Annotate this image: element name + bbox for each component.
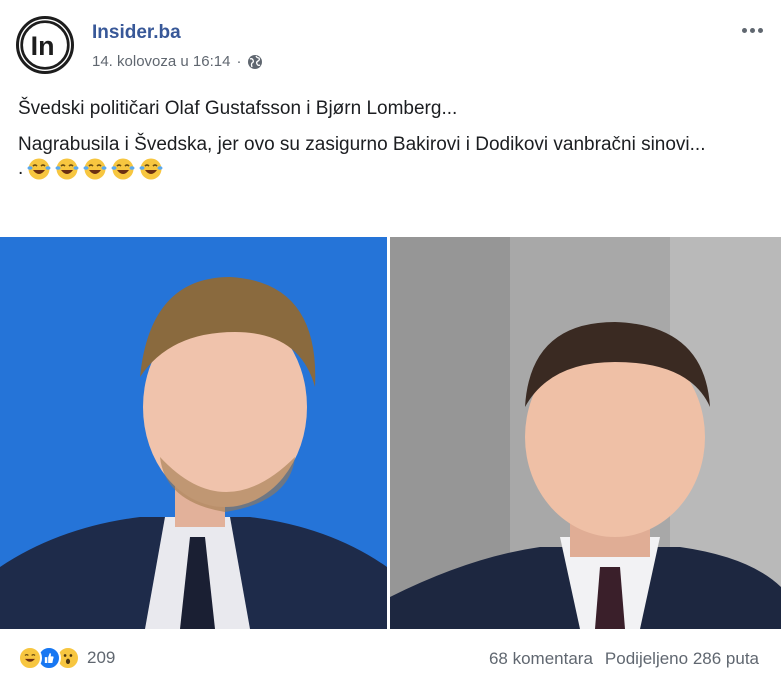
more-dot (749, 27, 755, 33)
more-dot (757, 27, 763, 33)
post-photos (0, 237, 781, 629)
reaction-count[interactable]: 209 (87, 648, 115, 668)
photo-right[interactable] (390, 237, 781, 629)
more-horizontal-icon (741, 27, 747, 33)
laughing-tears-emoji (83, 158, 107, 180)
globe-icon[interactable] (247, 54, 263, 70)
comments-count-link[interactable]: 68 komentara (489, 649, 593, 669)
page-name-link[interactable]: Insider.ba (92, 22, 181, 44)
insider-logo-icon: In (20, 20, 70, 70)
laughing-tears-emoji (139, 158, 163, 180)
post-text-line2: Nagrabusila i Švedska, jer ovo su zasigu… (18, 134, 706, 155)
emoji-prefix: . (18, 158, 24, 179)
post-footer: 209 68 komentara Podijeljeno 286 puta (0, 640, 781, 680)
portrait-right-image (390, 237, 781, 629)
more-options-button[interactable] (737, 20, 767, 40)
laughing-tears-emoji (55, 158, 79, 180)
post-text: Švedski političari Olaf Gustafsson i Bjø… (18, 96, 763, 180)
photo-left[interactable] (0, 237, 387, 629)
portrait-left-image (0, 237, 387, 629)
page-avatar[interactable]: In (16, 16, 74, 74)
post-stats: 68 komentara Podijeljeno 286 puta (489, 649, 759, 669)
shares-count-link[interactable]: Podijeljeno 286 puta (605, 649, 759, 669)
emoji-row: . (18, 158, 763, 180)
emoji-holder (26, 157, 164, 181)
laughing-tears-emoji (111, 158, 135, 180)
haha-reaction-icon (18, 646, 42, 670)
post-timestamp[interactable]: 14. kolovoza u 16:14 (92, 53, 230, 70)
post-text-line1: Švedski političari Olaf Gustafsson i Bjø… (18, 98, 458, 119)
svg-text:In: In (31, 31, 55, 61)
post-meta: 14. kolovoza u 16:14 · (92, 53, 263, 70)
meta-separator: · (236, 53, 242, 70)
laughing-tears-emoji (27, 158, 51, 180)
post-header: In Insider.ba 14. kolovoza u 16:14 · (0, 0, 781, 88)
reactions-summary[interactable]: 209 (18, 646, 115, 670)
